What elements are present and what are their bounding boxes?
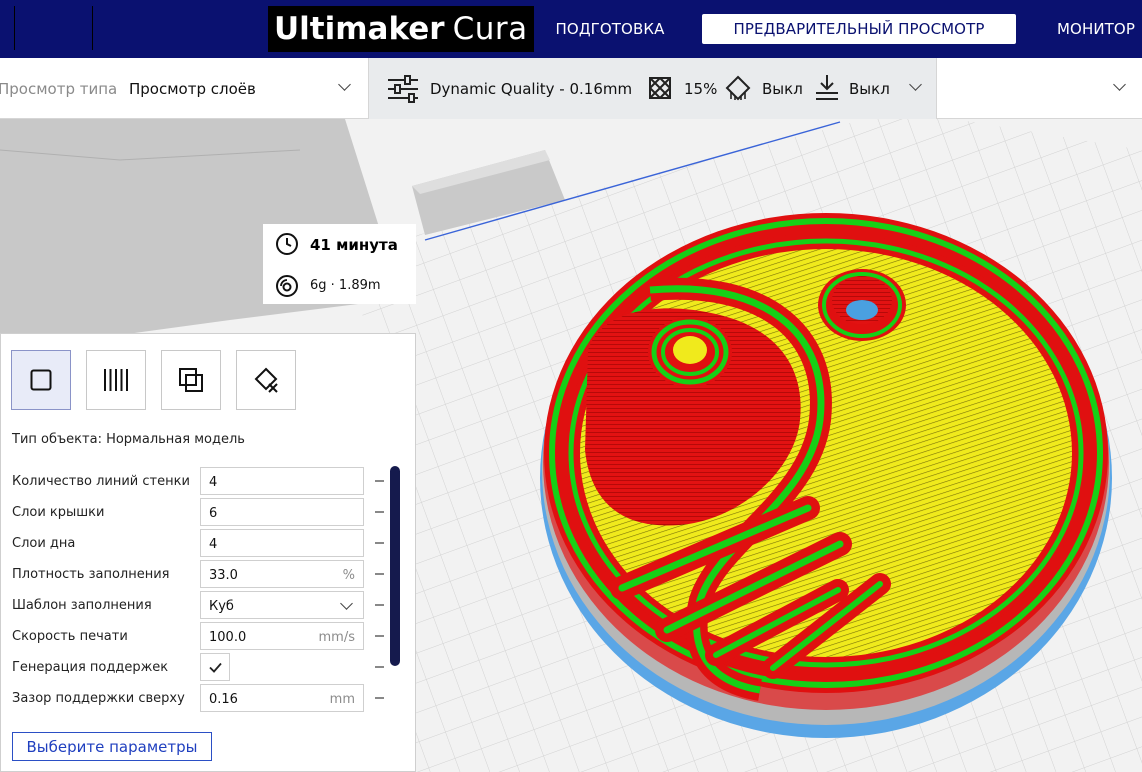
setting-label: Шаблон заполнения xyxy=(12,598,152,613)
setting-label: Слои крышки xyxy=(12,505,105,520)
remove-setting-icon[interactable] xyxy=(375,480,384,482)
setting-value: 4 xyxy=(209,537,218,552)
setting-input[interactable]: 0.16 mm xyxy=(200,684,364,712)
settings-scrollbar[interactable] xyxy=(390,466,400,666)
support-icon xyxy=(725,75,751,101)
chevron-down-icon[interactable] xyxy=(1113,78,1126,91)
clock-icon xyxy=(276,233,298,255)
setting-label: Генерация поддержек xyxy=(12,660,169,675)
setting-row-bottom-layers: Слои дна 4 xyxy=(12,529,392,557)
remove-setting-icon[interactable] xyxy=(375,697,384,699)
setting-unit: % xyxy=(342,568,355,583)
setting-row-wall-line-count: Количество линий стенки 4 xyxy=(12,467,392,495)
setting-label: Слои дна xyxy=(12,536,76,551)
chevron-down-icon[interactable] xyxy=(909,78,922,91)
setting-value: 4 xyxy=(209,475,218,490)
tab-monitor[interactable]: МОНИТОР xyxy=(1050,14,1142,44)
checkmark-icon xyxy=(209,662,222,673)
print-settings-bar[interactable]: Dynamic Quality - 0.16mm 15% Выкл Выкл xyxy=(368,58,937,119)
remove-setting-icon[interactable] xyxy=(375,635,384,637)
chevron-down-icon[interactable] xyxy=(338,78,351,91)
setting-input[interactable]: 4 xyxy=(200,467,364,495)
remove-setting-icon[interactable] xyxy=(375,511,384,513)
setting-checkbox[interactable] xyxy=(200,653,230,681)
spool-icon xyxy=(276,275,298,297)
print-time: 41 минута xyxy=(310,236,398,254)
remove-setting-icon[interactable] xyxy=(375,666,384,668)
setting-row-infill-density: Плотность заполнения 33.0% xyxy=(12,560,392,588)
setting-input[interactable]: 6 xyxy=(200,498,364,526)
setting-value: Куб xyxy=(209,599,234,614)
view-type-label: Просмотр типа xyxy=(0,80,118,98)
setting-input[interactable]: 4 xyxy=(200,529,364,557)
setting-value: 6 xyxy=(209,506,218,521)
select-settings-button[interactable]: Выберите параметры xyxy=(12,732,212,761)
setting-row-print-speed: Скорость печати 100.0 mm/s xyxy=(12,622,392,650)
print-as-support-button[interactable] xyxy=(86,350,146,410)
block-support-button[interactable] xyxy=(236,350,296,410)
remove-setting-icon[interactable] xyxy=(375,542,384,544)
material-usage: 6g · 1.89m xyxy=(310,278,381,293)
print-settings-icon xyxy=(388,75,418,103)
setting-label: Скорость печати xyxy=(12,629,128,644)
setting-row-top-layers: Слои крышки 6 xyxy=(12,498,392,526)
window-slot-divider xyxy=(92,6,93,50)
setting-label: Плотность заполнения xyxy=(12,567,170,582)
infill-icon xyxy=(649,77,671,99)
square-icon xyxy=(30,369,52,391)
tab-preview[interactable]: ПРЕДВАРИТЕЛЬНЫЙ ПРОСМОТР xyxy=(702,14,1016,44)
support-bars-icon xyxy=(104,369,128,391)
setting-input[interactable]: 100.0 mm/s xyxy=(200,622,364,650)
app-logo: Ultimaker Cura xyxy=(268,6,534,52)
setting-value: 0.16 xyxy=(209,692,238,707)
window-slot-divider xyxy=(14,6,15,50)
setting-unit: mm/s xyxy=(318,630,355,645)
normal-model-button[interactable] xyxy=(11,350,71,410)
remove-setting-icon[interactable] xyxy=(375,604,384,606)
setting-row-support-top-distance: Зазор поддержки сверху 0.16 mm xyxy=(12,684,392,712)
remove-setting-icon[interactable] xyxy=(375,573,384,575)
chevron-down-icon xyxy=(340,597,353,610)
setting-unit: mm xyxy=(329,692,355,707)
header-bar: Ultimaker Cura ПОДГОТОВКА ПРЕДВАРИТЕЛЬНЫЙ… xyxy=(0,0,1142,58)
modify-overlap-button[interactable] xyxy=(161,350,221,410)
adhesion-value: Выкл xyxy=(849,80,890,98)
tab-prepare[interactable]: ПОДГОТОВКА xyxy=(552,14,668,44)
print-settings-panel: Тип объекта: Нормальная модель Количеств… xyxy=(0,333,416,772)
setting-row-infill-pattern: Шаблон заполнения Куб xyxy=(12,591,392,619)
setting-row-generate-support: Генерация поддержек xyxy=(12,653,392,681)
infill-value: 15% xyxy=(684,80,718,98)
view-type-select[interactable]: Просмотр слоёв xyxy=(129,80,256,98)
setting-value: 100.0 xyxy=(209,630,247,645)
profile-label: Dynamic Quality - 0.16mm xyxy=(430,80,633,98)
support-value: Выкл xyxy=(762,80,803,98)
setting-value: 33.0 xyxy=(209,568,238,583)
setting-label: Зазор поддержки сверху xyxy=(12,691,185,706)
overlap-icon xyxy=(179,368,203,392)
adhesion-icon xyxy=(816,75,838,100)
print-estimate-card[interactable]: 41 минута 6g · 1.89m xyxy=(263,224,416,304)
no-support-icon xyxy=(254,367,278,393)
setting-input[interactable]: 33.0% xyxy=(200,560,364,588)
object-type-label: Тип объекта: Нормальная модель xyxy=(12,432,245,447)
setting-label: Количество линий стенки xyxy=(12,474,190,489)
setting-select[interactable]: Куб xyxy=(200,591,364,619)
